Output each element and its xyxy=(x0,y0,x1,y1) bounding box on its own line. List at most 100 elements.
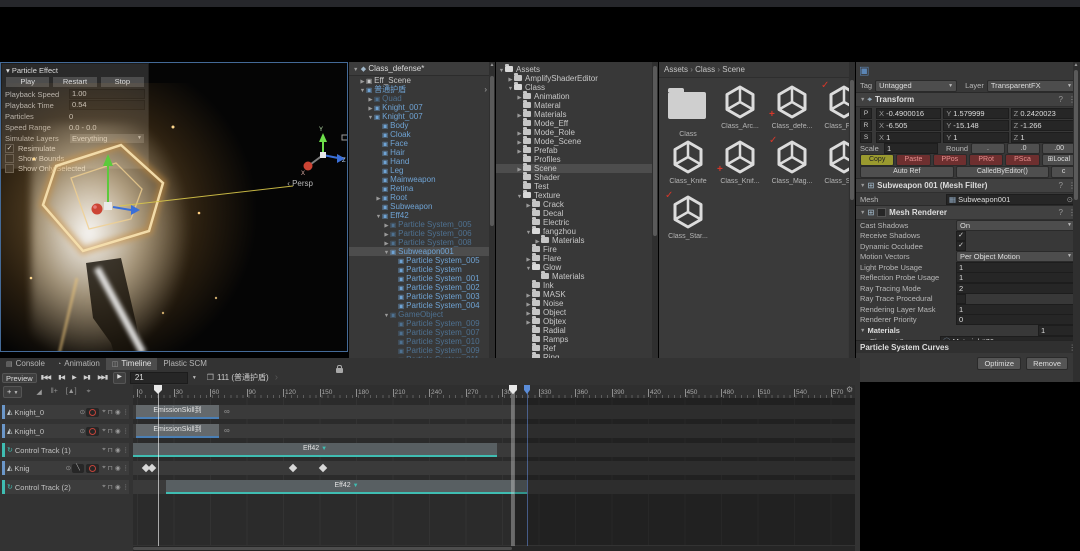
breadcrumb-class[interactable]: Class xyxy=(695,65,715,74)
round-button[interactable]: .0 xyxy=(1007,143,1041,154)
marker-pin-icon[interactable]: ⌖ xyxy=(87,388,91,396)
project-folder-materal[interactable]: Materal xyxy=(496,101,658,110)
hierarchy-item-particle-system_010[interactable]: ▣Particle System_010 xyxy=(349,337,495,346)
help-icon[interactable]: ? xyxy=(1059,208,1063,217)
inspector-scrollbar[interactable]: ▲ xyxy=(1073,62,1080,382)
current-frame-field[interactable]: 21 xyxy=(130,372,188,384)
y-field[interactable]: Y -15.148 xyxy=(943,120,1008,131)
z-field[interactable]: Z 0.2420023 xyxy=(1011,108,1076,119)
transform-paste-button[interactable]: Paste xyxy=(896,154,930,166)
row-field[interactable]: 1 xyxy=(956,262,1076,273)
track-mute-eye-icon[interactable]: ◉ xyxy=(115,464,121,472)
materials-count-field[interactable]: 1 xyxy=(1038,325,1076,336)
asset-item-class_star-[interactable]: ✓Class_Star... xyxy=(662,194,714,240)
frame-dropdown-icon[interactable]: ▼ xyxy=(192,375,197,381)
track-pin-icon[interactable]: ⌖ xyxy=(102,427,106,435)
preview-button[interactable]: Preview xyxy=(2,373,37,383)
project-folder-fire[interactable]: Fire xyxy=(496,245,658,254)
project-folder-mode_eff[interactable]: Mode_Eff xyxy=(496,119,658,128)
component-enabled-checkbox[interactable] xyxy=(877,208,886,217)
project-folder-crack[interactable]: ▶Crack xyxy=(496,200,658,209)
hierarchy-scrollbar[interactable]: ▲ ▼ xyxy=(489,62,495,370)
object-picker-icon[interactable]: ⊙ xyxy=(66,464,71,472)
clip-eff42[interactable]: Eff42 ▼ xyxy=(166,480,527,494)
hierarchy-item-mainweapon[interactable]: ▣Mainweapon xyxy=(349,175,495,184)
transform-prot-button[interactable]: PRot xyxy=(969,154,1003,166)
track-header-knight_0[interactable]: ◭Knight_0⊙⌖⊓◉⋮ xyxy=(2,424,129,438)
curves-remove-button[interactable]: Remove xyxy=(1026,357,1068,370)
row-dropdown[interactable]: Per Object Motion▼ xyxy=(956,251,1076,262)
timeline-ruler[interactable]: 0306090120150180210240270300330360390420… xyxy=(133,385,855,398)
hierarchy-item-knight_007[interactable]: ▼▣Knight_007 xyxy=(349,112,495,121)
project-folder-scene[interactable]: ▶Scene xyxy=(496,164,658,173)
transport-skip-end-button[interactable]: ▶▶▮ xyxy=(94,374,112,381)
timeline-horizontal-scrollbar[interactable] xyxy=(133,546,855,551)
track-pin-icon[interactable]: ⌖ xyxy=(102,446,106,454)
breadcrumb-scene[interactable]: Scene xyxy=(722,65,745,74)
row-dropdown[interactable]: On▼ xyxy=(956,220,1076,231)
hierarchy-item-hair[interactable]: ▣Hair xyxy=(349,148,495,157)
breadcrumb-assets[interactable]: Assets xyxy=(664,65,688,74)
hierarchy-item-leg[interactable]: ▣Leg xyxy=(349,166,495,175)
hierarchy-item-particle-system_009[interactable]: ▣Particle System_009 xyxy=(349,346,495,355)
round-button[interactable]: . xyxy=(971,143,1005,154)
hierarchy-item-particle-system_003[interactable]: ▣Particle System_003 xyxy=(349,292,495,301)
keyframe-diamond[interactable] xyxy=(148,464,156,472)
track-lock-icon[interactable]: ⊓ xyxy=(108,427,113,435)
row-field[interactable]: 1 xyxy=(956,304,1076,315)
project-folder-mode_scene[interactable]: ▶Mode_Scene xyxy=(496,137,658,146)
hierarchy-item-hand[interactable]: ▣Hand xyxy=(349,157,495,166)
project-folder-object[interactable]: ▶Object xyxy=(496,308,658,317)
asset-item-class_mag-[interactable]: ✓Class_Mag... xyxy=(766,139,818,185)
record-button[interactable] xyxy=(86,427,99,436)
track-lock-icon[interactable]: ⊓ xyxy=(108,408,113,416)
track-mute-eye-icon[interactable]: ◉ xyxy=(115,427,121,435)
persp-label[interactable]: ‹ Persp xyxy=(287,179,313,188)
track-menu-icon[interactable]: ⋮ xyxy=(123,446,130,454)
object-picker-icon[interactable]: ⊙ xyxy=(80,408,85,416)
hierarchy-item-particle-system_007[interactable]: ▣Particle System_007 xyxy=(349,328,495,337)
help-icon[interactable]: ? xyxy=(1059,95,1063,104)
transport-skip-start-button[interactable]: ▮◀◀ xyxy=(37,374,55,381)
row-field[interactable]: 1 xyxy=(956,272,1076,283)
object-picker-icon[interactable]: ⊙ xyxy=(80,427,85,435)
assets-scrollbar[interactable] xyxy=(849,62,855,365)
transform-psca-button[interactable]: PSca xyxy=(1005,154,1039,166)
scene-view[interactable]: Z X Y ‹ Persp ▾ Particle Effect PlayRest… xyxy=(0,62,348,352)
play-range-button[interactable]: ▶ xyxy=(113,372,126,384)
track-lock-icon[interactable]: ⊓ xyxy=(108,464,113,472)
asset-item-class_knife[interactable]: Class_Knife xyxy=(662,139,714,185)
hierarchy-item-particle-system_001[interactable]: ▣Particle System_001 xyxy=(349,274,495,283)
project-folder-materials[interactable]: ▶Materials xyxy=(496,236,658,245)
tag-dropdown[interactable]: Untagged▼ xyxy=(875,80,957,92)
asset-item-class[interactable]: Class xyxy=(662,84,714,138)
track-menu-icon[interactable]: ⋮ xyxy=(123,464,130,472)
project-folder-objtex[interactable]: ▶Objtex xyxy=(496,317,658,326)
hierarchy-item-particle-system_004[interactable]: ▣Particle System_004 xyxy=(349,301,495,310)
project-folder-flare[interactable]: ▶Flare xyxy=(496,254,658,263)
x-field[interactable]: X 1 xyxy=(876,132,941,143)
particle-system-curves-bar[interactable]: Particle System Curves ⋮ xyxy=(856,340,1080,353)
z-field[interactable]: Z 1 xyxy=(1011,132,1076,143)
hierarchy-item-subweapon[interactable]: ▣Subweapon xyxy=(349,202,495,211)
hierarchy-item-quad[interactable]: ▶▣Quad xyxy=(349,94,495,103)
goto-icon[interactable]: [▲] xyxy=(66,388,77,395)
track-lock-icon[interactable]: ⊓ xyxy=(108,446,113,454)
project-folder-materials[interactable]: Materials xyxy=(496,272,658,281)
track-header-knig[interactable]: ◭Knig⊙╲⌖⊓◉⋮ xyxy=(2,461,129,475)
track-header-control-track-1-[interactable]: ↻Control Track (1)⌖⊓◉⋮ xyxy=(2,443,129,457)
row-field[interactable]: 0 xyxy=(956,314,1076,325)
hierarchy-item-particle-system_005[interactable]: ▣Particle System_005 xyxy=(349,256,495,265)
project-folder-test[interactable]: Test xyxy=(496,182,658,191)
clip-emissionskill-[interactable]: EmissionSkill到 xyxy=(136,424,219,438)
hierarchy-item-particle-system_009[interactable]: ▣Particle System_009 xyxy=(349,319,495,328)
track-lock-icon[interactable]: ⊓ xyxy=(108,483,113,491)
timeline-settings-gear-icon[interactable]: ⚙ xyxy=(846,385,853,394)
track-mute-eye-icon[interactable]: ◉ xyxy=(115,408,121,416)
asset-item-class_knif-[interactable]: +Class_Knif... xyxy=(714,139,766,185)
hierarchy-item-particle-system_008[interactable]: ▶▣Particle System_008 xyxy=(349,238,495,247)
collapse-arrow-icon[interactable]: ▼ xyxy=(353,67,358,73)
project-folder-ramps[interactable]: Ramps xyxy=(496,335,658,344)
project-folder-noise[interactable]: ▶Noise xyxy=(496,299,658,308)
keyframe-diamond[interactable] xyxy=(289,464,297,472)
